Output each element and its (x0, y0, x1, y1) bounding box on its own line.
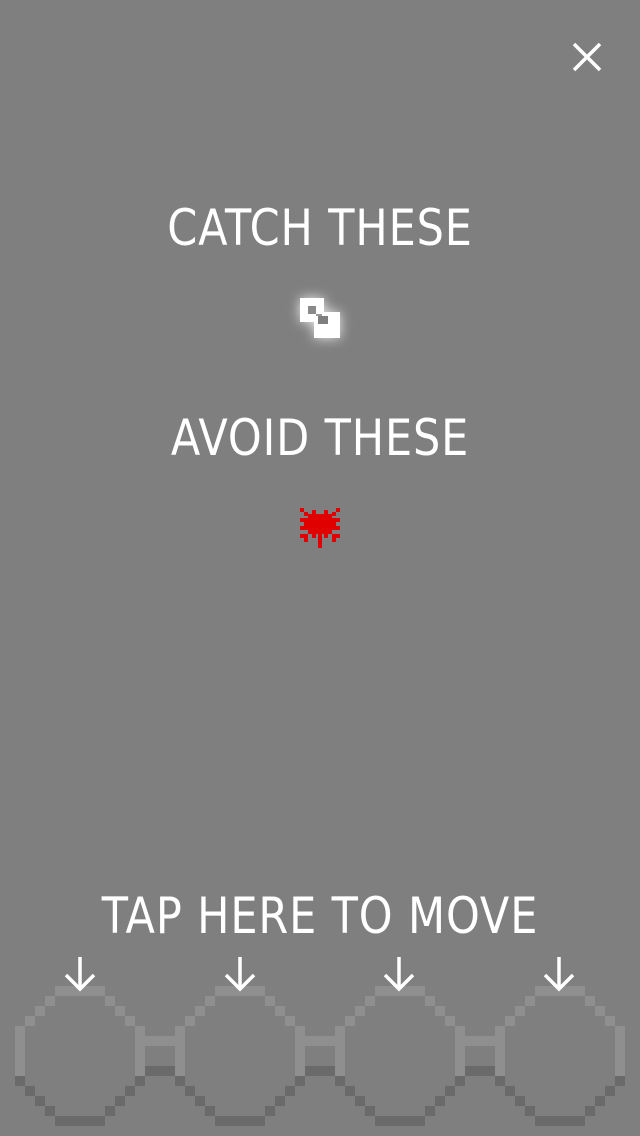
red-bug-enemy-icon (298, 506, 342, 554)
lane-4-tap-zone[interactable] (480, 986, 640, 1126)
arrow-down-icon (383, 957, 415, 992)
arrow-down-icon (224, 957, 256, 992)
arrow-down-icon (64, 957, 96, 992)
how-to-play-screen: CATCH THESE AVOID THESE TAP HERE TO MOVE (0, 0, 640, 1136)
lane-controls (0, 950, 640, 1136)
tap-here-to-move-heading: TAP HERE TO MOVE (101, 887, 539, 945)
catch-these-heading: CATCH THESE (167, 199, 473, 257)
white-block-collectible-icon (298, 296, 342, 344)
lane-2-tap-zone[interactable] (160, 986, 320, 1126)
arrow-down-icon (543, 957, 575, 992)
lane-1-tap-zone[interactable] (0, 986, 160, 1126)
lane-3-tap-zone[interactable] (320, 986, 480, 1126)
close-icon (572, 42, 602, 72)
close-button[interactable] (566, 36, 608, 78)
avoid-these-heading: AVOID THESE (170, 409, 470, 467)
